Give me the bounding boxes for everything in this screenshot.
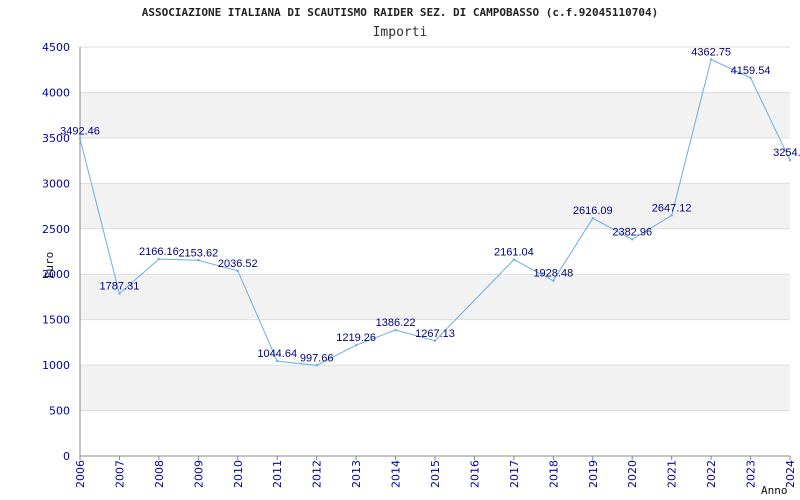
x-tick-label: 2011 xyxy=(271,460,284,488)
data-point xyxy=(552,279,555,282)
data-point xyxy=(591,217,594,220)
data-label: 1928.48 xyxy=(533,268,573,280)
y-tick-label: 1500 xyxy=(42,314,70,327)
x-tick-label: 2014 xyxy=(390,460,403,488)
grid-band xyxy=(80,365,790,411)
data-label: 1386.22 xyxy=(376,317,416,329)
data-label: 1267.13 xyxy=(415,328,455,340)
data-point xyxy=(78,137,82,140)
x-tick-label: 2012 xyxy=(311,460,324,488)
data-label: 2166.16 xyxy=(139,246,179,258)
data-label: 4362.75 xyxy=(691,46,731,58)
data-label: 2616.09 xyxy=(573,205,613,217)
x-axis-ticks: 2006 2007 2008 2009 2010 2011 2012 2013 2014 2015… xyxy=(74,456,797,488)
x-tick-label: 2022 xyxy=(705,460,718,488)
data-point xyxy=(512,258,516,261)
data-point xyxy=(631,238,634,241)
data-point xyxy=(118,292,121,295)
data-point xyxy=(670,214,673,217)
y-tick-label: 1000 xyxy=(42,359,70,372)
x-axis-label: Anno xyxy=(761,484,788,497)
data-point xyxy=(433,339,437,343)
x-tick-label: 2009 xyxy=(192,460,205,488)
x-tick-label: 2021 xyxy=(666,460,679,488)
x-tick-label: 2006 xyxy=(74,460,87,488)
y-tick-label: 4500 xyxy=(42,41,70,54)
x-tick-label: 2010 xyxy=(232,460,245,488)
data-label: 997.66 xyxy=(300,352,334,364)
data-point xyxy=(315,364,318,367)
y-tick-label: 0 xyxy=(63,450,70,463)
x-tick-label: 2016 xyxy=(468,460,481,488)
y-axis-label: Euro xyxy=(43,252,56,279)
x-tick-label: 2017 xyxy=(508,460,521,488)
data-label: 2382.96 xyxy=(612,226,652,238)
data-label: 2161.04 xyxy=(494,247,534,259)
data-point xyxy=(157,257,161,261)
data-label: 3492.46 xyxy=(60,126,100,138)
data-point xyxy=(709,58,713,61)
data-point xyxy=(276,359,279,363)
y-tick-label: 2500 xyxy=(42,223,70,236)
line-chart: 050010001500200025003000350040004500 200… xyxy=(42,41,800,497)
data-label: 1219.26 xyxy=(336,332,376,344)
x-tick-label: 2019 xyxy=(587,460,600,488)
data-point xyxy=(236,269,239,273)
x-tick-label: 2015 xyxy=(429,460,442,488)
data-label: 1044.64 xyxy=(257,348,297,360)
x-tick-label: 2007 xyxy=(113,460,126,488)
data-label: 1787.31 xyxy=(100,281,140,293)
y-tick-label: 500 xyxy=(49,405,70,418)
data-point xyxy=(197,259,200,262)
data-point xyxy=(749,76,752,80)
data-label: 4159.54 xyxy=(731,65,771,77)
y-tick-label: 4000 xyxy=(42,86,70,99)
grid-band xyxy=(80,274,790,320)
data-point xyxy=(354,343,358,347)
y-tick-label: 3000 xyxy=(42,177,70,190)
data-label: 2153.62 xyxy=(178,247,218,259)
data-point xyxy=(788,158,792,162)
x-tick-label: 2013 xyxy=(350,460,363,488)
x-tick-label: 2023 xyxy=(745,460,758,488)
data-label: 3254.8 xyxy=(773,147,800,159)
data-label: 2036.52 xyxy=(218,258,258,270)
grid-band xyxy=(80,92,790,138)
x-tick-label: 2018 xyxy=(547,460,560,488)
x-tick-label: 2008 xyxy=(153,460,166,488)
data-point xyxy=(394,328,397,332)
x-tick-label: 2020 xyxy=(626,460,639,488)
data-label: 2647.12 xyxy=(652,202,692,214)
